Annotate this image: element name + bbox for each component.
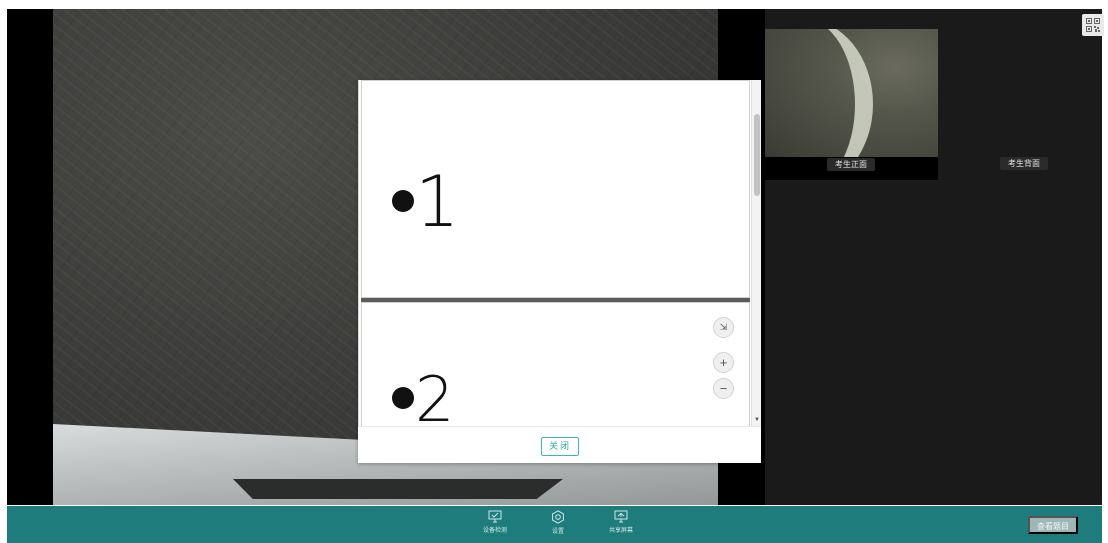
qr-code-icon <box>1086 18 1100 32</box>
device-check-button[interactable]: 设备检测 <box>475 510 515 534</box>
dialog-footer: 关闭 <box>358 426 761 463</box>
share-screen-label: 共享屏幕 <box>608 528 633 534</box>
back-camera-label: 考生背面 <box>1000 157 1048 170</box>
bullet-icon <box>392 190 414 212</box>
scrollbar-thumb[interactable] <box>754 114 760 196</box>
front-camera-tile: 考生正面 <box>765 29 938 180</box>
camera-scene-shadow <box>233 479 563 499</box>
device-check-label: 设备检测 <box>482 528 507 534</box>
document-viewer-dialog: 1 2 ⇲ + − ▼ 关闭 <box>358 80 761 463</box>
screen-share-icon <box>614 510 628 523</box>
document-scroll-area[interactable]: 1 2 ⇲ + − ▼ <box>358 80 761 426</box>
scroll-down-arrow-icon[interactable]: ▼ <box>754 417 760 423</box>
settings-label: 设置 <box>551 529 564 535</box>
settings-button[interactable]: 设置 <box>538 510 578 535</box>
share-screen-button[interactable]: 共享屏幕 <box>601 510 641 534</box>
zoom-out-button[interactable]: − <box>713 378 734 399</box>
view-questions-button[interactable]: 查看题目 <box>1028 516 1078 534</box>
gear-icon <box>552 510 564 524</box>
close-button[interactable]: 关闭 <box>541 437 579 456</box>
zoom-in-button[interactable]: + <box>713 352 734 373</box>
qr-code-button[interactable] <box>1082 14 1104 36</box>
document-page: 2 <box>361 302 750 426</box>
front-camera-label: 考生正面 <box>827 158 875 171</box>
bottom-toolbar: 设备检测 设置 共享屏幕 查看题目 <box>7 506 1102 543</box>
bullet-icon <box>392 387 414 409</box>
monitor-check-icon <box>488 510 502 523</box>
page-number-text: 1 <box>415 161 460 243</box>
fit-page-button[interactable]: ⇲ <box>713 317 734 338</box>
front-camera-feed <box>765 29 938 157</box>
page-number-text: 2 <box>415 363 455 427</box>
vertical-scrollbar[interactable]: ▼ <box>751 80 761 426</box>
document-page: 1 <box>361 80 750 298</box>
side-camera-panel: 考生正面 考生背面 <box>765 9 1102 505</box>
